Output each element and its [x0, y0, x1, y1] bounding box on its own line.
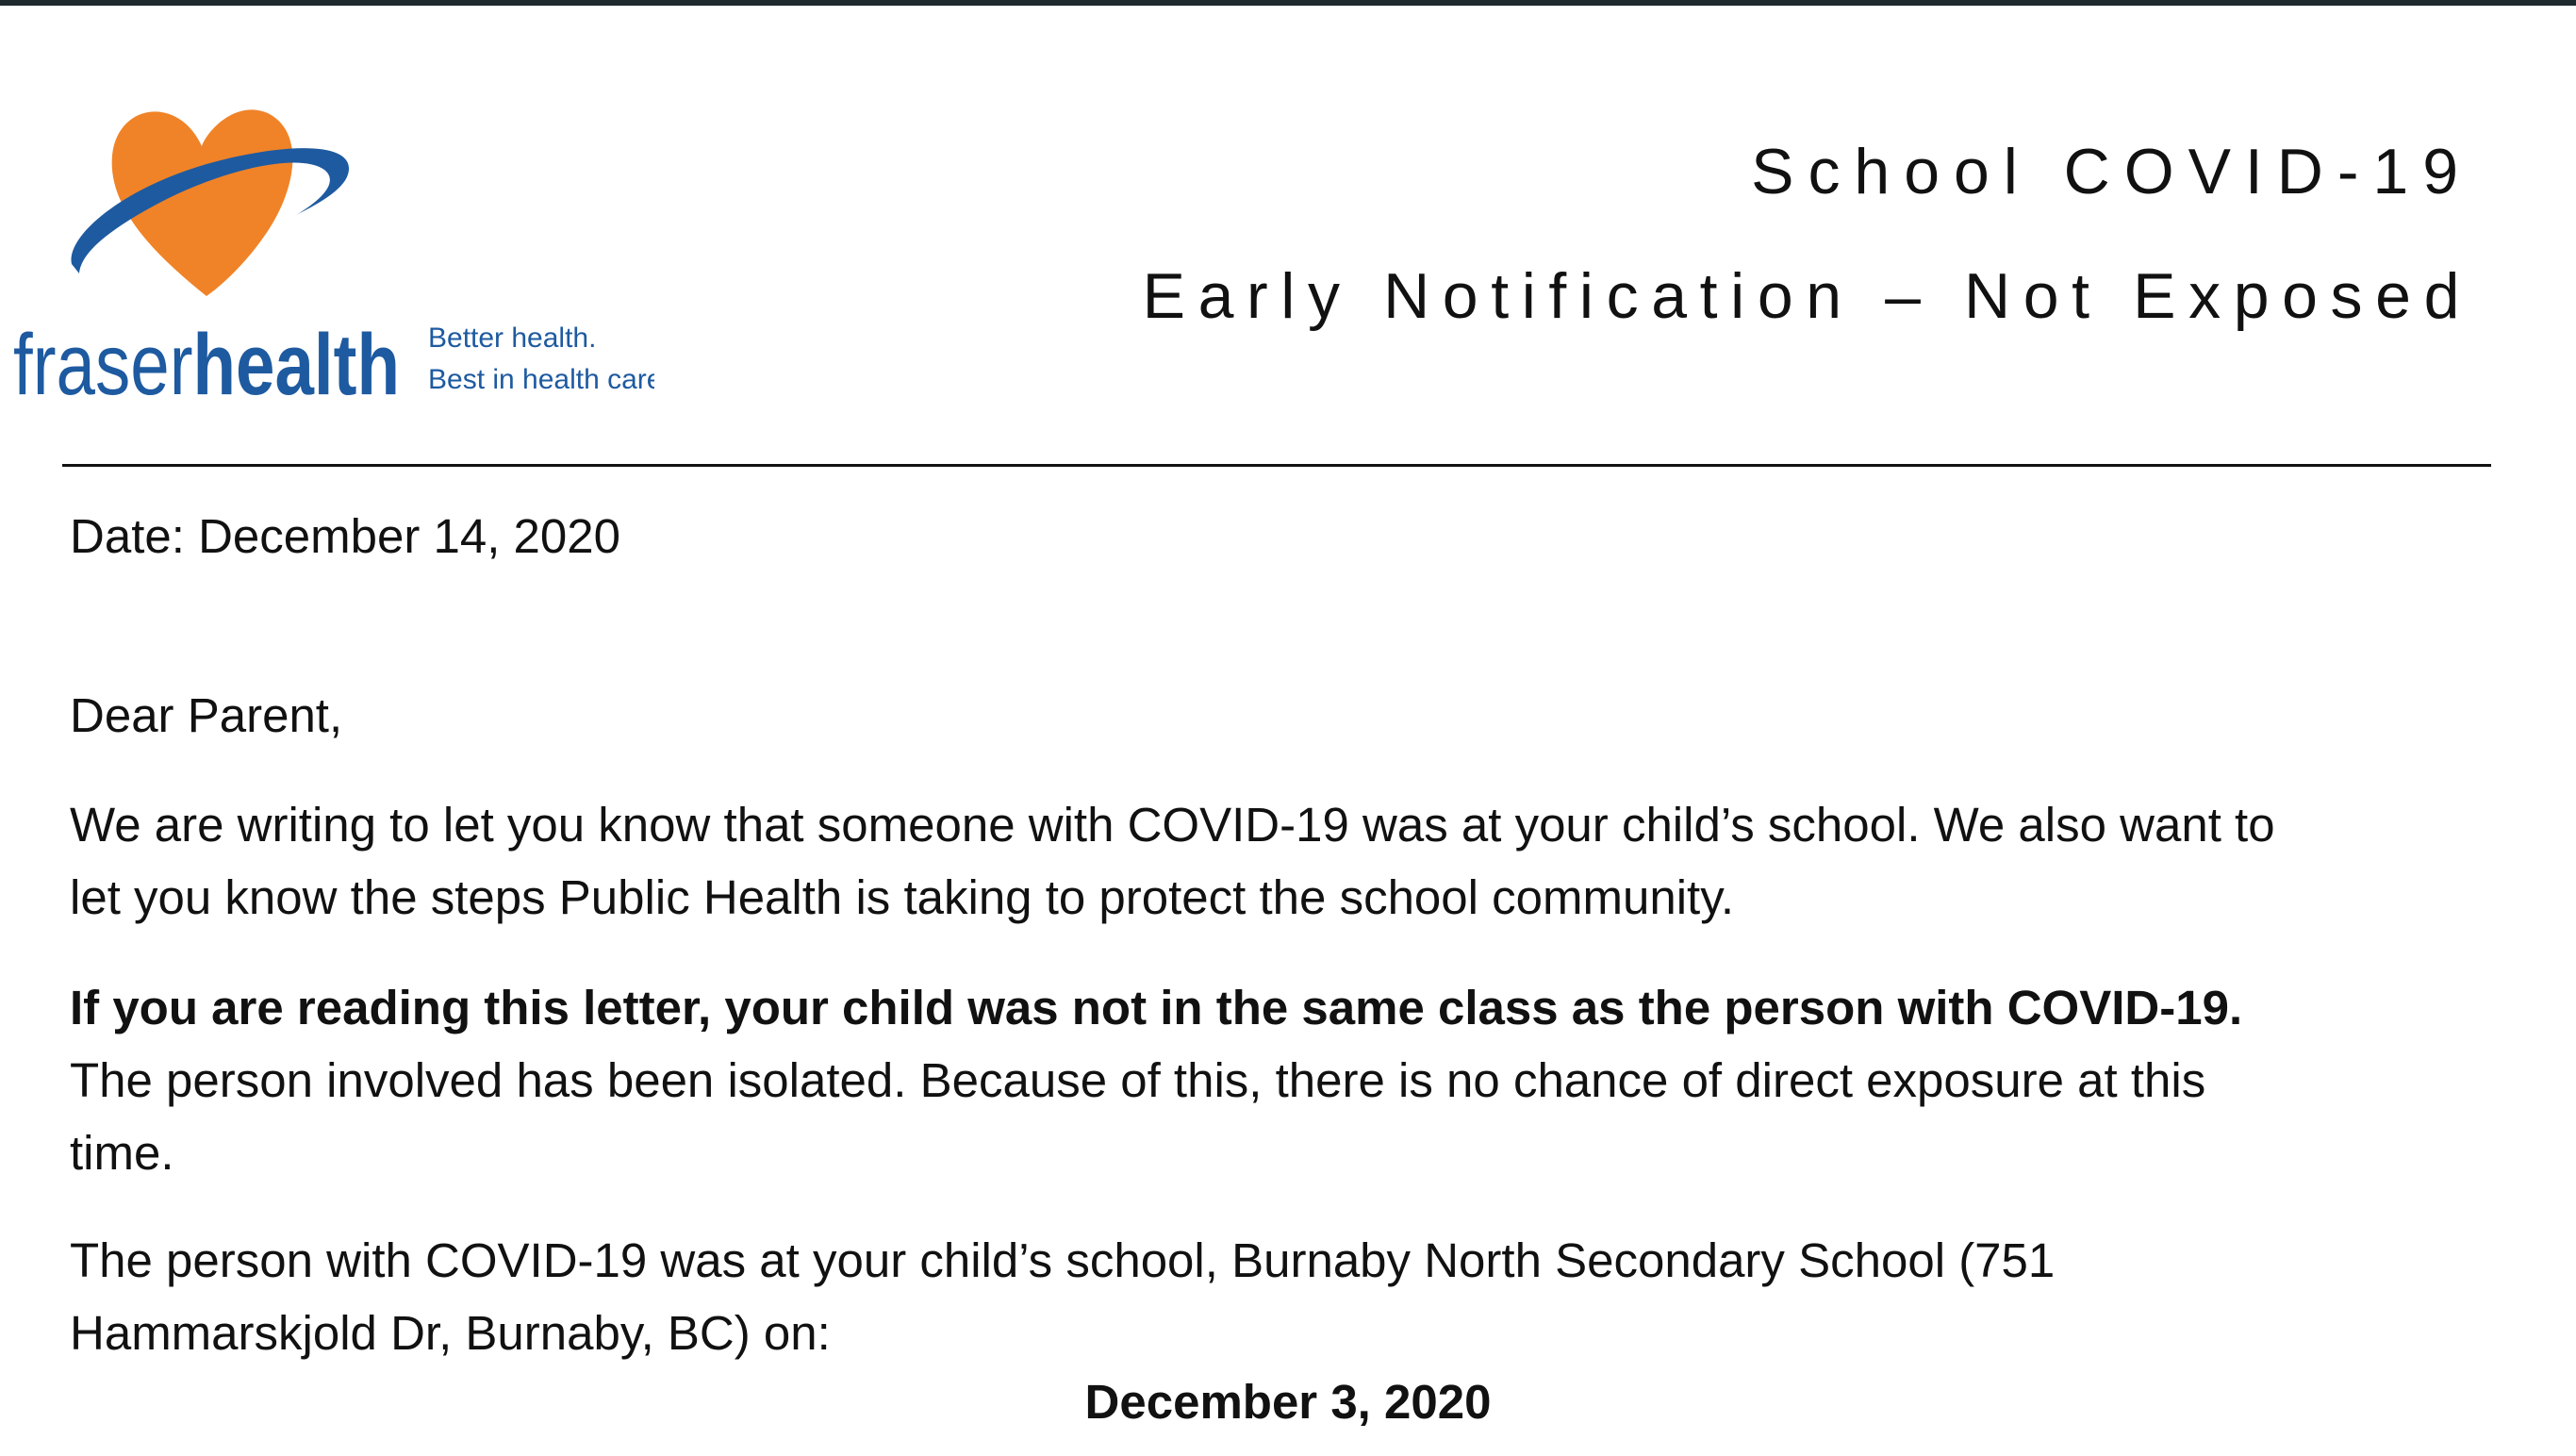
header-divider	[62, 464, 2491, 467]
tagline-line2: Best in health care.	[428, 364, 654, 395]
brand-bold: health	[193, 317, 400, 413]
status-line-3: time.	[70, 1126, 174, 1180]
svg-text:fraserhealth: fraserhealth	[13, 317, 400, 413]
brand-light: fraser	[13, 317, 193, 413]
salutation: Dear Parent,	[70, 688, 343, 742]
document-title: School COVID-19	[1751, 136, 2472, 207]
fraser-health-logo: fraserhealth Better health. Best in heal…	[13, 94, 654, 415]
intro-line-2: let you know the steps Public Health is …	[70, 870, 1735, 924]
tagline-line1: Better health.	[428, 323, 596, 354]
intro-paragraph: We are writing to let you know that some…	[70, 788, 2484, 934]
status-line-2: The person involved has been isolated. B…	[70, 1053, 2206, 1107]
top-edge-border	[0, 0, 2576, 6]
exposure-status-paragraph: If you are reading this letter, your chi…	[70, 971, 2484, 1189]
location-line-2: Hammarskjold Dr, Burnaby, BC) on:	[70, 1306, 831, 1360]
not-exposed-statement: If you are reading this letter, your chi…	[70, 981, 2243, 1034]
letter-date: Date: December 14, 2020	[70, 509, 621, 563]
intro-line-1: We are writing to let you know that some…	[70, 798, 2275, 852]
exposure-date: December 3, 2020	[1084, 1375, 1492, 1429]
document-subtitle: Early Notification – Not Exposed	[1142, 260, 2472, 332]
school-location-paragraph: The person with COVID-19 was at your chi…	[70, 1224, 2484, 1369]
location-line-1: The person with COVID-19 was at your chi…	[70, 1233, 2056, 1287]
